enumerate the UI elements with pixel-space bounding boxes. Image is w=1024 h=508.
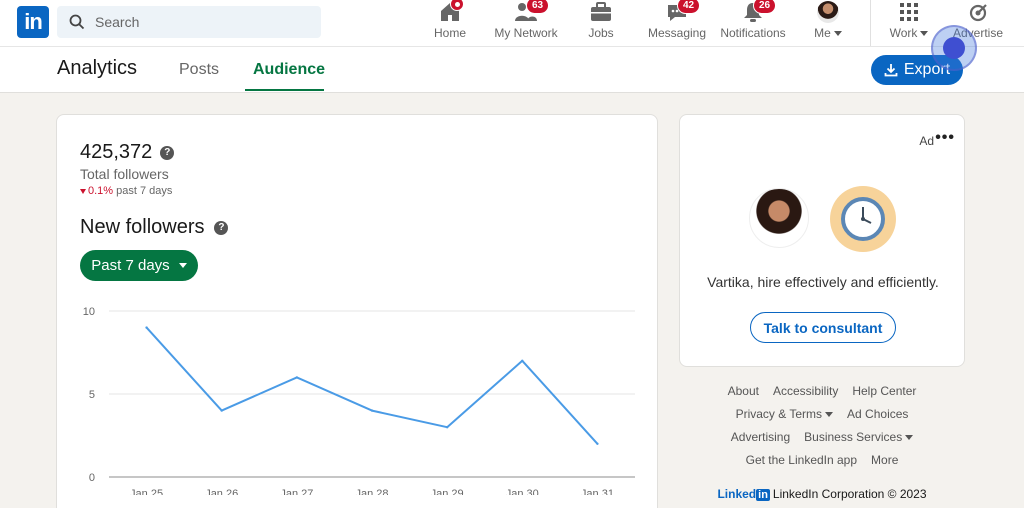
advertise-icon <box>966 0 990 24</box>
nav-me[interactable]: Me <box>808 0 848 46</box>
x-tick-label: Jan 30 <box>506 488 539 495</box>
home-icon <box>438 0 464 24</box>
followers-line-chart: 10 5 0 Jan 25 Jan 26 Jan 27 Jan 28 Jan 29 Jan 30… <box>83 306 635 495</box>
analytics-header: Analytics Posts Audience Export <box>0 47 1024 93</box>
talk-to-consultant-button[interactable]: Talk to consultant <box>750 312 896 343</box>
search-icon <box>69 14 85 30</box>
date-range-dropdown[interactable]: Past 7 days <box>80 250 198 281</box>
data-point <box>596 442 599 445</box>
data-point <box>521 359 524 362</box>
chevron-down-icon <box>825 412 834 418</box>
notifications-badge: 26 <box>753 0 777 14</box>
search-bar[interactable] <box>57 6 321 38</box>
ad-label: Ad <box>919 134 934 148</box>
linkedin-wordmark: Linked <box>717 487 757 501</box>
footer-link-more[interactable]: More <box>871 453 898 467</box>
footer-link-about[interactable]: About <box>728 384 759 398</box>
bell-icon: 26 <box>741 0 777 24</box>
followers-card: 425,372 ? Total followers 0.1% past 7 da… <box>56 114 658 508</box>
nav-me-label: Me <box>814 26 831 40</box>
help-icon[interactable]: ? <box>214 220 229 235</box>
search-input[interactable] <box>95 14 295 30</box>
briefcase-icon <box>589 0 613 24</box>
footer-link-help-center[interactable]: Help Center <box>852 384 916 398</box>
avatar <box>817 1 839 23</box>
chevron-down-icon <box>178 263 187 268</box>
grid-icon <box>897 0 921 24</box>
help-icon[interactable]: ? <box>160 145 175 160</box>
x-tick-label: Jan 29 <box>431 488 464 495</box>
footer-link-advertising[interactable]: Advertising <box>731 430 790 444</box>
linkedin-logo[interactable]: in <box>17 6 49 38</box>
page-title: Analytics <box>57 57 138 79</box>
footer-link-get-app[interactable]: Get the LinkedIn app <box>746 453 857 467</box>
x-tick-label: Jan 31 <box>581 488 614 495</box>
y-tick-label: 0 <box>89 472 95 484</box>
data-point <box>145 326 148 329</box>
messaging-badge: 42 <box>677 0 701 14</box>
nav-work-label: Work <box>889 26 918 40</box>
nav-notifications[interactable]: 26 Notifications <box>720 0 786 46</box>
ad-card: Ad ••• Vartika, hire effectively and eff… <box>679 114 965 367</box>
x-tick-label: Jan 27 <box>280 488 313 495</box>
profile-photo <box>749 188 809 248</box>
data-point <box>220 409 223 412</box>
change-percent: 0.1% <box>88 185 114 197</box>
total-followers-label: Total followers <box>80 166 169 182</box>
date-range-label: Past 7 days <box>91 257 170 274</box>
series-line <box>145 326 599 445</box>
chevron-down-icon <box>833 31 842 37</box>
nav-my-network[interactable]: 63 My Network <box>494 0 558 46</box>
nav-jobs-label: Jobs <box>588 26 614 40</box>
new-followers-title: New followers <box>80 216 205 238</box>
footer-link-privacy-terms[interactable]: Privacy & Terms <box>736 407 834 421</box>
total-followers-value: 425,372 <box>80 141 153 163</box>
follower-change: 0.1% past 7 days <box>80 185 172 197</box>
people-icon: 63 <box>514 0 550 24</box>
nav-home-label: Home <box>433 26 466 40</box>
download-icon <box>884 64 898 77</box>
more-options-icon[interactable]: ••• <box>935 129 955 147</box>
x-tick-label: Jan 28 <box>355 488 388 495</box>
nav-notifications-label: Notifications <box>720 26 786 40</box>
data-point <box>295 376 299 379</box>
tab-audience[interactable]: Audience <box>253 61 325 79</box>
linkedin-wordmark-box: in <box>756 489 770 501</box>
data-point <box>445 426 449 429</box>
footer-link-ad-choices[interactable]: Ad Choices <box>847 407 908 421</box>
down-arrow-icon <box>80 188 86 194</box>
nav-messaging-label: Messaging <box>647 26 707 40</box>
nav-work[interactable]: Work <box>886 0 932 46</box>
copyright: Linked in LinkedIn Corporation © 2023 <box>679 487 965 501</box>
ad-text: Vartika, hire effectively and efficientl… <box>707 274 939 290</box>
clock-icon <box>830 186 896 252</box>
footer-link-accessibility[interactable]: Accessibility <box>773 384 838 398</box>
network-badge: 63 <box>526 0 550 14</box>
chat-icon: 42 <box>665 0 701 24</box>
chevron-down-icon <box>905 435 914 441</box>
x-tick-label: Jan 25 <box>130 488 163 495</box>
tab-posts[interactable]: Posts <box>179 61 219 79</box>
chevron-down-icon <box>920 31 929 37</box>
footer: About Accessibility Help Center Privacy … <box>679 384 965 501</box>
cursor-dot <box>943 37 965 59</box>
nav-jobs[interactable]: Jobs <box>588 0 614 46</box>
y-tick-label: 10 <box>83 306 95 318</box>
nav-divider <box>870 0 871 46</box>
nav-messaging[interactable]: 42 Messaging <box>647 0 707 46</box>
nav-my-network-label: My Network <box>494 26 558 40</box>
active-tab-indicator <box>245 89 324 91</box>
x-tick-label: Jan 26 <box>205 488 238 495</box>
change-period: past 7 days <box>116 185 173 197</box>
copyright-text: LinkedIn Corporation © 2023 <box>772 487 927 501</box>
y-tick-label: 5 <box>89 389 95 401</box>
footer-link-business-services[interactable]: Business Services <box>804 430 914 444</box>
top-nav: in Home 63 My Network Jobs 42 Messaging <box>0 0 1024 47</box>
nav-home[interactable]: Home <box>433 0 467 46</box>
data-point <box>370 409 374 412</box>
